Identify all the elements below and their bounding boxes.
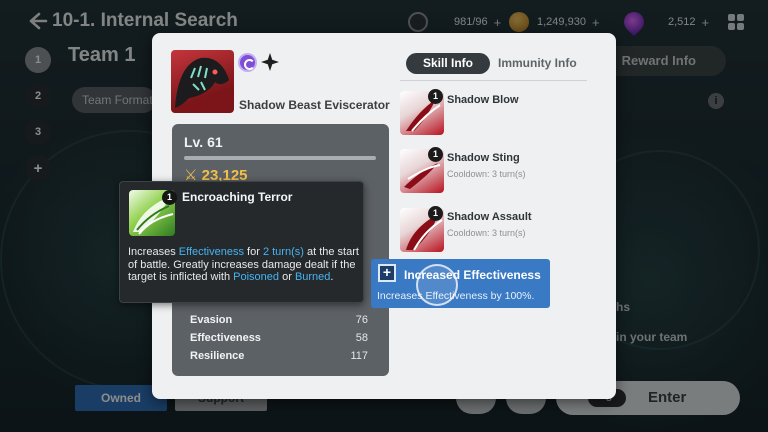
stat-row: Resilience 117 xyxy=(190,350,368,366)
skill-level-badge: 1 xyxy=(428,147,443,162)
stat-value: 76 xyxy=(355,314,368,326)
tooltip-description: Increases Effectiveness for 2 turn(s) at… xyxy=(128,246,359,283)
dark-element-icon xyxy=(238,53,257,72)
skill-tooltip: 1 Encroaching Terror Increases Effective… xyxy=(119,181,364,303)
stat-value: 58 xyxy=(355,332,368,344)
skill-level-badge: 1 xyxy=(428,206,443,221)
character-name: Shadow Beast Eviscerator xyxy=(239,98,390,112)
tooltip-level-badge: 1 xyxy=(162,190,177,205)
skill-cooldown: Cooldown: 3 turn(s) xyxy=(447,169,526,179)
skill-name: Shadow Blow xyxy=(447,94,519,106)
skill-cooldown: Cooldown: 3 turn(s) xyxy=(447,228,526,238)
skill-item[interactable]: 1 Shadow Assault Cooldown: 3 turn(s) xyxy=(400,206,590,254)
tab-immunity-info[interactable]: Immunity Info xyxy=(498,53,577,74)
class-icon xyxy=(260,52,280,72)
stat-name: Resilience xyxy=(190,350,245,362)
info-tabs: Skill Info Immunity Info xyxy=(406,51,588,75)
character-portrait xyxy=(171,50,234,113)
stat-name: Evasion xyxy=(190,314,233,326)
tooltip-title: Encroaching Terror xyxy=(182,190,293,204)
touch-indicator xyxy=(416,264,458,306)
level-divider xyxy=(184,156,376,160)
skill-item[interactable]: 1 Shadow Sting Cooldown: 3 turn(s) xyxy=(400,147,590,195)
stat-row: Effectiveness 58 xyxy=(190,332,368,348)
skill-name: Shadow Assault xyxy=(447,211,532,223)
effectiveness-buff-icon xyxy=(378,264,396,282)
skill-name: Shadow Sting xyxy=(447,152,520,164)
character-level: Lv. 61 xyxy=(184,134,223,150)
skill-level-badge: 1 xyxy=(428,89,443,104)
stat-row: Evasion 76 xyxy=(190,314,368,330)
stat-name: Effectiveness xyxy=(190,332,261,344)
tab-skill-info[interactable]: Skill Info xyxy=(406,53,490,74)
skill-item[interactable]: 1 Shadow Blow xyxy=(400,89,590,137)
stat-value: 117 xyxy=(350,350,368,362)
tab-divider xyxy=(400,80,587,81)
effect-tooltip: Increased Effectiveness Increases Effect… xyxy=(371,259,550,308)
